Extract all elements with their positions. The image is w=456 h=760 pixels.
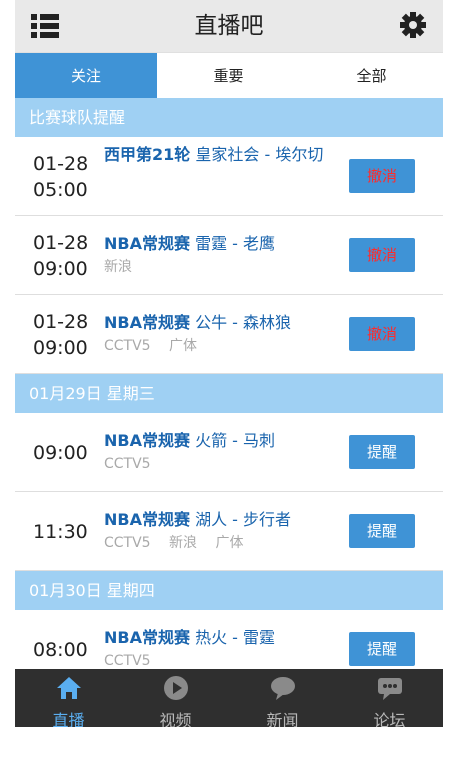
remind-button[interactable]: 提醒 [349, 632, 415, 666]
match-teams: 湖人 - 步行者 [195, 510, 292, 529]
match-teams: 皇家社会 - 埃尔切 [195, 145, 324, 164]
tab-follow[interactable]: 关注 [15, 53, 157, 99]
match-title[interactable]: NBA常规赛 热火 - 雷霆 [104, 627, 344, 649]
channel-label: 广体 [215, 535, 244, 551]
match-channels: CCTV5 新浪 广体 [104, 533, 258, 553]
list-item[interactable]: 01-28 09:00 NBA常规赛 公牛 - 森林狼 CCTV5 广体 撤消 [15, 295, 443, 374]
list-item[interactable]: 01-28 05:00 西甲第21轮 皇家社会 - 埃尔切 撤消 [15, 137, 443, 216]
tab-important[interactable]: 重要 [157, 53, 300, 99]
cancel-button[interactable]: 撤消 [349, 317, 415, 351]
channel-label: 新浪 [104, 259, 132, 275]
match-league: NBA常规赛 [104, 431, 190, 450]
section-header: 01月30日 星期四 [15, 571, 443, 610]
channel-label: CCTV5 [104, 535, 151, 551]
match-date: 01-28 [33, 311, 89, 333]
app-title: 直播吧 [194, 13, 264, 39]
match-date: 01-28 [33, 232, 89, 254]
match-channels: 新浪 [104, 257, 146, 277]
nav-label: 视频 [159, 711, 192, 727]
cancel-button[interactable]: 撤消 [349, 159, 415, 193]
match-teams: 雷霆 - 老鹰 [195, 234, 276, 253]
news-bubble-icon [270, 675, 296, 701]
nav-label: 论坛 [373, 711, 406, 727]
nav-forum[interactable]: 论坛 [336, 669, 443, 727]
nav-label: 直播 [52, 711, 85, 727]
match-datetime: 01-28 09:00 [33, 230, 95, 282]
match-title[interactable]: NBA常规赛 火箭 - 马刺 [104, 430, 344, 452]
gear-icon[interactable] [399, 11, 427, 39]
match-time: 08:00 [33, 639, 88, 661]
match-datetime: 01-28 09:00 [33, 309, 95, 361]
match-title[interactable]: NBA常规赛 公牛 - 森林狼 [104, 312, 344, 334]
match-time: 09:00 [33, 442, 88, 464]
match-league: NBA常规赛 [104, 313, 190, 332]
section-header: 01月29日 星期三 [15, 374, 443, 413]
match-channels: CCTV5 [104, 651, 165, 671]
match-title[interactable]: NBA常规赛 雷霆 - 老鹰 [104, 233, 344, 255]
bottom-nav: 直播 视频 新闻 论坛 [15, 669, 443, 727]
tab-bar: 关注 重要 全部 [15, 52, 443, 100]
match-league: NBA常规赛 [104, 628, 190, 647]
tab-all[interactable]: 全部 [300, 53, 443, 99]
nav-live[interactable]: 直播 [15, 669, 122, 727]
match-channels: CCTV5 广体 [104, 336, 211, 356]
channel-label: CCTV5 [104, 456, 151, 472]
list-item[interactable]: 09:00 NBA常规赛 火箭 - 马刺 CCTV5 提醒 [15, 413, 443, 492]
match-datetime: 01-28 05:00 [33, 151, 95, 203]
section-header: 比赛球队提醒 [15, 98, 443, 137]
list-item[interactable]: 01-28 09:00 NBA常规赛 雷霆 - 老鹰 新浪 撤消 [15, 216, 443, 295]
match-time: 09:00 [33, 337, 88, 359]
match-date: 01-28 [33, 153, 89, 175]
channel-label: 新浪 [169, 535, 198, 551]
match-teams: 热火 - 雷霆 [195, 628, 276, 647]
list-item[interactable]: 11:30 NBA常规赛 湖人 - 步行者 CCTV5 新浪 广体 提醒 [15, 492, 443, 571]
cancel-button[interactable]: 撤消 [349, 238, 415, 272]
match-time: 09:00 [33, 258, 88, 280]
home-icon [56, 675, 82, 701]
nav-news[interactable]: 新闻 [229, 669, 336, 727]
nav-label: 新闻 [266, 711, 299, 727]
match-channels: CCTV5 [104, 454, 165, 474]
match-teams: 公牛 - 森林狼 [195, 313, 292, 332]
match-title[interactable]: 西甲第21轮 皇家社会 - 埃尔切 [104, 144, 344, 166]
forum-chat-icon [377, 675, 403, 701]
match-league: 西甲第21轮 [104, 145, 191, 164]
channel-label: CCTV5 [104, 338, 151, 354]
match-time: 11:30 [33, 521, 88, 543]
match-title[interactable]: NBA常规赛 湖人 - 步行者 [104, 509, 344, 531]
remind-button[interactable]: 提醒 [349, 514, 415, 548]
match-league: NBA常规赛 [104, 510, 190, 529]
remind-button[interactable]: 提醒 [349, 435, 415, 469]
channel-label: CCTV5 [104, 653, 151, 669]
channel-label: 广体 [169, 338, 198, 354]
top-bar: 直播吧 [15, 0, 443, 52]
match-league: NBA常规赛 [104, 234, 190, 253]
match-datetime: 11:30 [33, 519, 95, 545]
match-datetime: 08:00 [33, 637, 95, 663]
nav-video[interactable]: 视频 [122, 669, 229, 727]
match-time: 05:00 [33, 179, 88, 201]
play-icon [163, 675, 189, 701]
match-teams: 火箭 - 马刺 [195, 431, 276, 450]
app-screen: 直播吧 关注 重要 全部 比赛球队提醒 01-28 05:00 西甲第21轮 皇… [15, 0, 443, 727]
match-datetime: 09:00 [33, 440, 95, 466]
